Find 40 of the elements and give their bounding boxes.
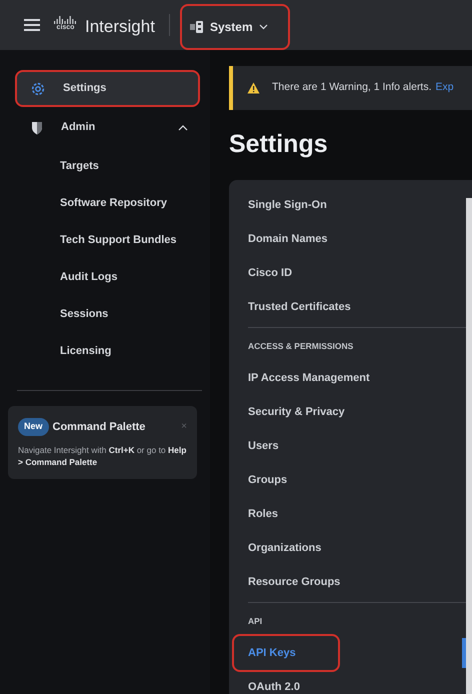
settings-menu-item[interactable]: Security & Privacy [248, 395, 351, 429]
settings-menu-item[interactable]: Cisco ID [248, 256, 298, 290]
alert-link[interactable]: Exp [436, 80, 454, 96]
section-heading: API [248, 614, 264, 628]
selection-indicator [462, 638, 466, 668]
sidebar-subitem[interactable]: Sessions [0, 296, 210, 333]
settings-menu-item[interactable]: Groups [248, 463, 294, 497]
chevron-down-icon [258, 24, 268, 30]
sidebar-subitem[interactable]: Software Repository [0, 185, 210, 222]
server-icon [190, 21, 204, 33]
sidebar-subitem[interactable]: Targets [0, 148, 210, 185]
settings-menu-item[interactable]: OAuth 2.0 [248, 670, 306, 694]
shield-icon [31, 120, 43, 134]
settings-menu-item[interactable]: Domain Names [248, 222, 334, 256]
alert-text: There are 1 Warning, 1 Info alerts. [272, 80, 432, 96]
card-text: Navigate Intersight with Ctrl+K or go to Help > Command Palette [18, 444, 187, 469]
new-badge: New [18, 418, 49, 436]
card-title: Command Palette [52, 420, 146, 434]
logo-bars-icon [54, 16, 77, 24]
settings-menu-item[interactable]: Organizations [248, 531, 328, 565]
scrollbar[interactable] [466, 198, 472, 694]
section-heading: ACCESS & PERMISSIONS [248, 340, 354, 353]
scope-dropdown[interactable]: System [182, 6, 288, 48]
settings-menu-item[interactable]: Users [248, 429, 285, 463]
brand-name: Intersight [85, 16, 155, 38]
warning-icon [247, 82, 260, 94]
page-title: Settings [229, 129, 329, 160]
settings-menu-item[interactable]: Resource Groups [248, 565, 346, 599]
menu-icon[interactable] [24, 19, 40, 31]
settings-icon [31, 82, 45, 96]
settings-menu-item[interactable]: IP Access Management [248, 361, 376, 395]
settings-menu-item[interactable]: Single Sign-On [248, 188, 333, 222]
sidebar-subitem[interactable]: Licensing [0, 333, 210, 370]
settings-menu-item[interactable]: API Keys [234, 636, 338, 670]
sidebar-item[interactable]: Settings [17, 72, 198, 105]
settings-menu-item[interactable]: Trusted Certificates [248, 290, 357, 324]
sidebar-subitem[interactable]: Tech Support Bundles [0, 222, 210, 259]
settings-menu-item[interactable]: Roles [248, 497, 284, 531]
sidebar-item[interactable]: Admin [17, 111, 198, 144]
sidebar-subitem[interactable]: Audit Logs [0, 259, 210, 296]
